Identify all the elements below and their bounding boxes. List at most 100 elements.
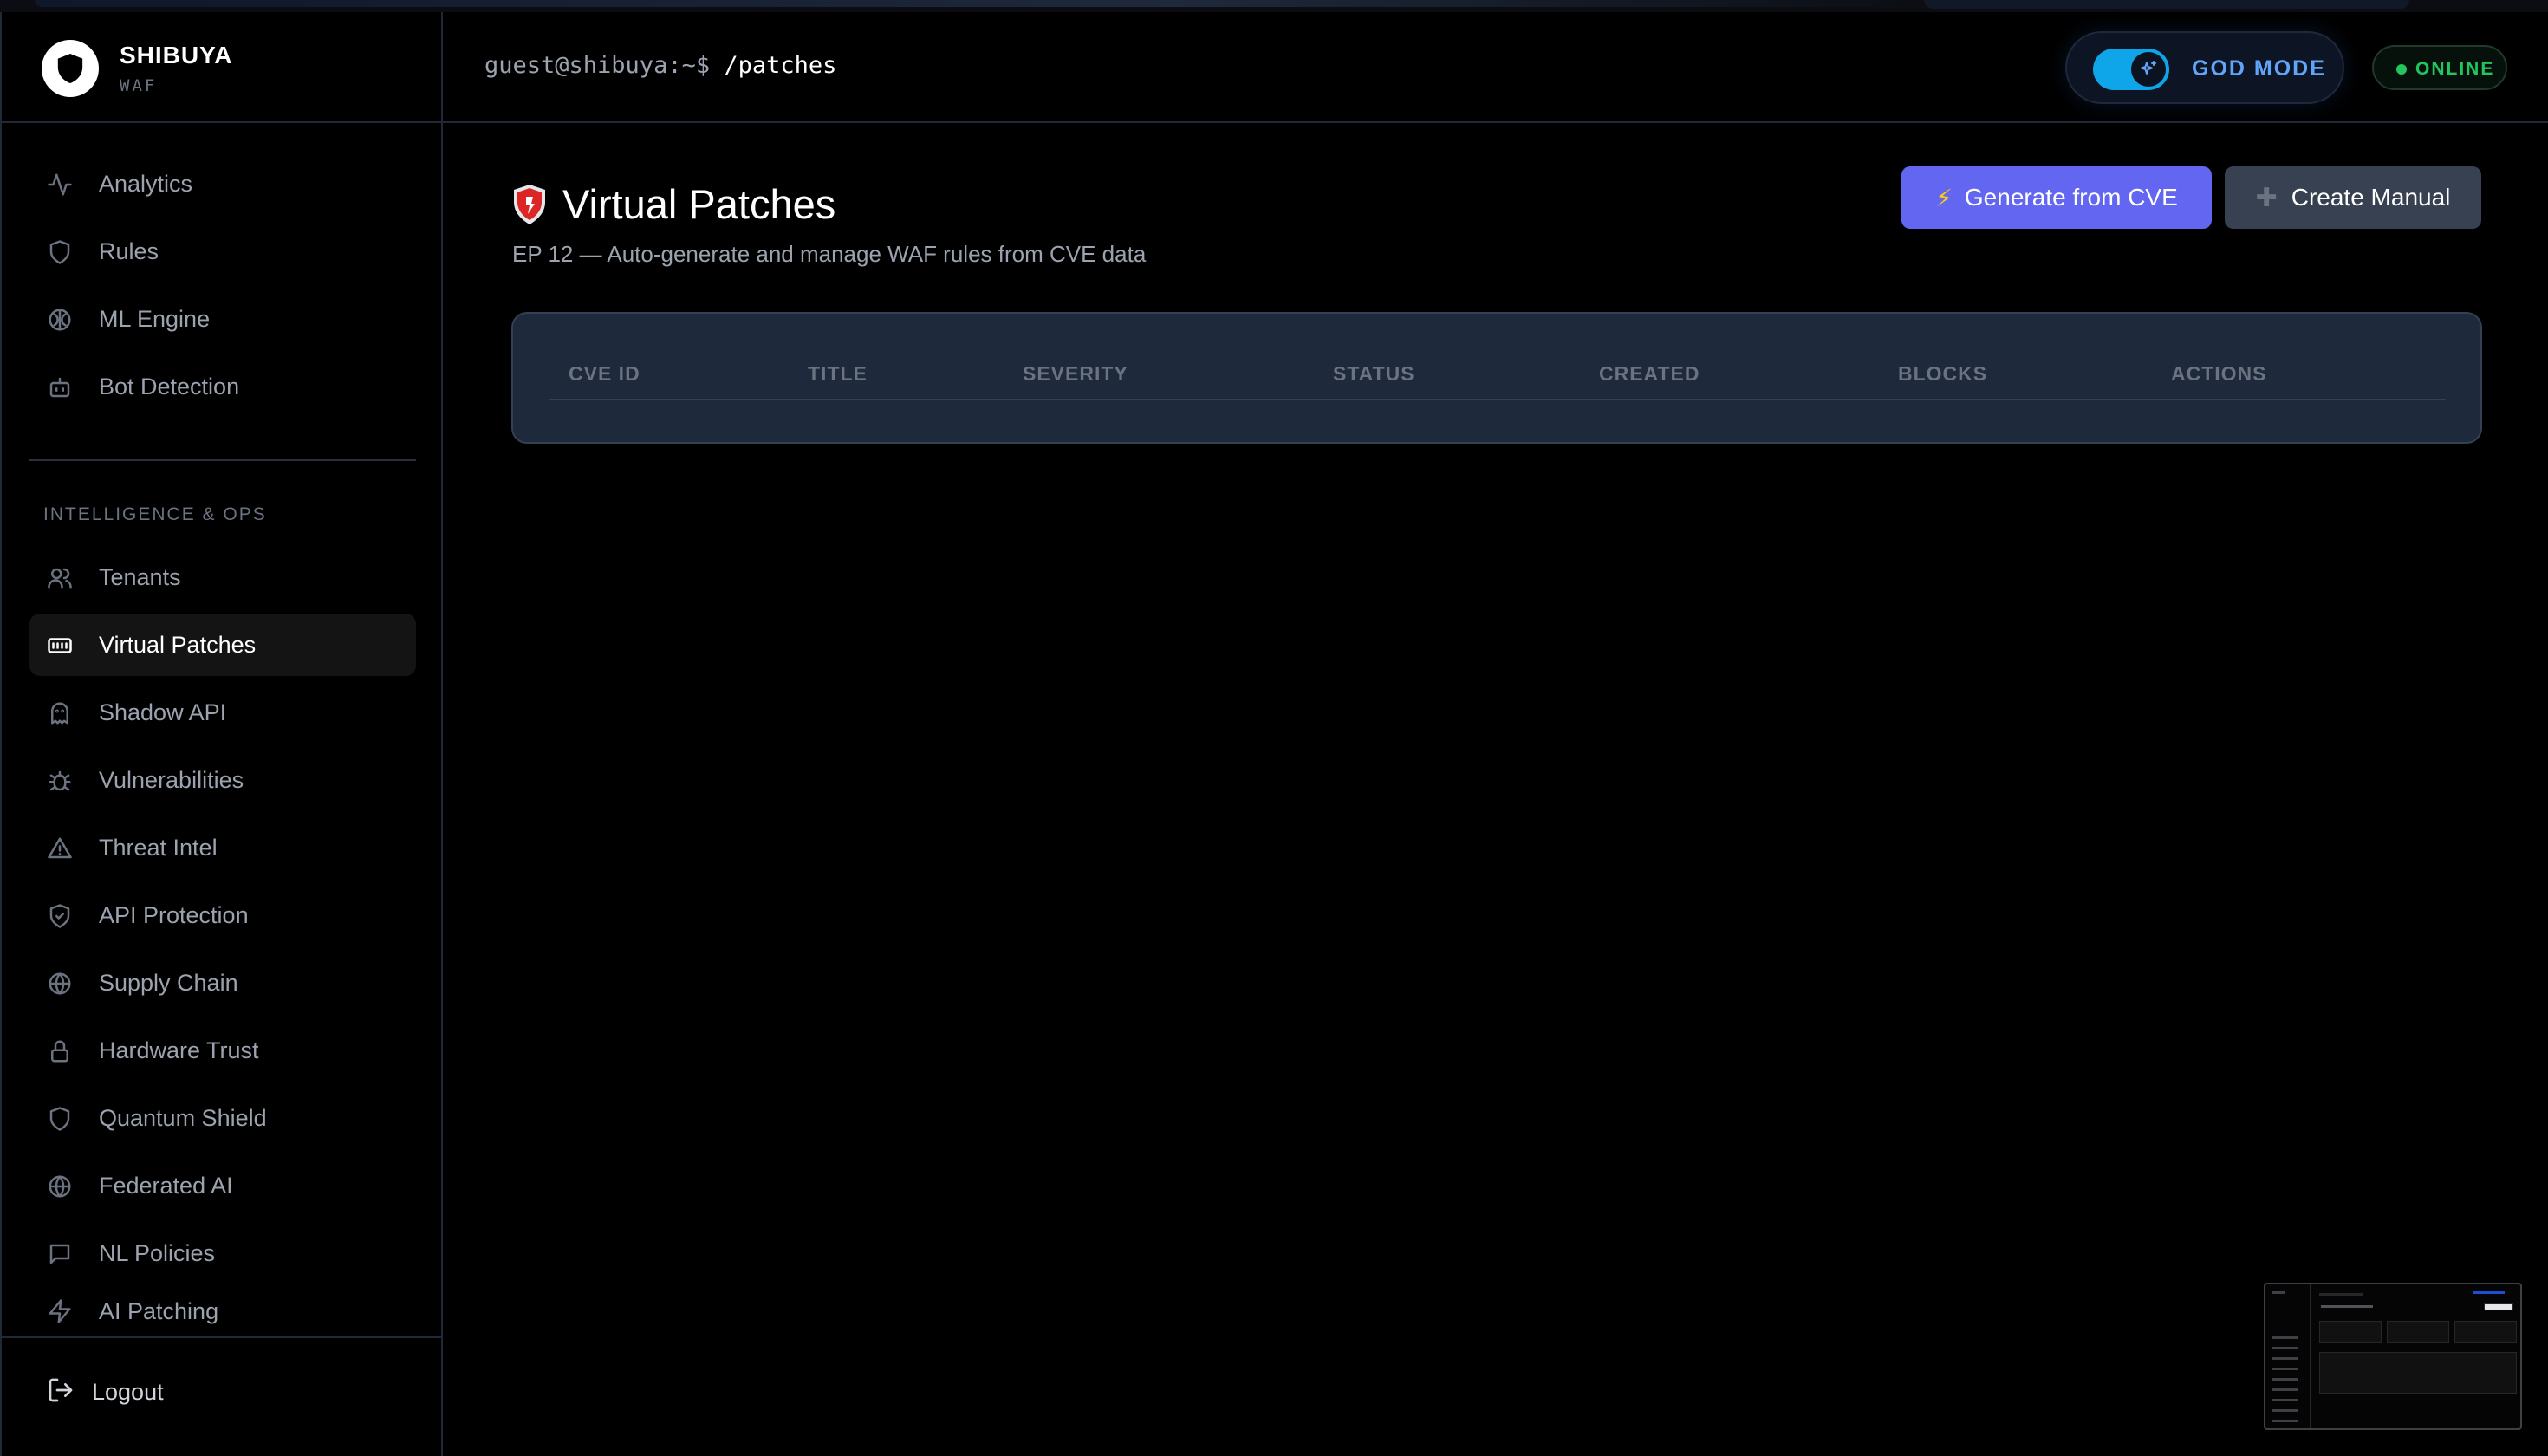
- sidebar-item-label: AI Patching: [99, 1297, 219, 1324]
- bot-icon: [47, 374, 73, 400]
- sidebar-item-label: Rules: [99, 237, 159, 264]
- sidebar-item-api-protection[interactable]: API Protection: [29, 884, 416, 946]
- preview-line: [2272, 1368, 2298, 1370]
- shield-emoji-icon: [512, 183, 547, 226]
- zap-icon: [47, 1298, 73, 1324]
- sidebar-item-label: ML Engine: [99, 305, 211, 332]
- top-pill: [1924, 0, 2409, 9]
- sidebar-item-label: Hardware Trust: [99, 1037, 259, 1063]
- god-mode-toggle[interactable]: GOD MODE: [2065, 31, 2344, 104]
- preview-box: [2387, 1321, 2449, 1343]
- activity-icon: [47, 172, 73, 198]
- status-label: ONLINE: [2415, 59, 2495, 79]
- sidebar-item-label: Threat Intel: [99, 834, 218, 861]
- page-title-text: Virtual Patches: [562, 181, 836, 227]
- preview-line: [2272, 1388, 2298, 1391]
- brand[interactable]: SHIBUYA WAF: [2, 12, 443, 123]
- shield-icon: [47, 1106, 73, 1132]
- alert-triangle-icon: [47, 835, 73, 861]
- top-header: guest@shibuya:~$ /patches GOD MODE ONLIN…: [443, 12, 2548, 123]
- sidebar-item-label: Quantum Shield: [99, 1104, 267, 1131]
- ghost-icon: [47, 700, 73, 726]
- generate-from-cve-button[interactable]: ⚡ Generate from CVE: [1901, 166, 2212, 229]
- terminal-prompt: guest@shibuya:~$ /patches: [484, 52, 836, 79]
- sidebar-item-nl-policies[interactable]: NL Policies: [29, 1222, 416, 1284]
- sidebar-item-ai-patching[interactable]: AI Patching: [29, 1290, 416, 1333]
- sidebar-item-label: Virtual Patches: [99, 631, 257, 658]
- page-preview-thumbnail[interactable]: [2264, 1283, 2522, 1430]
- lightning-icon: ⚡: [1935, 184, 1953, 211]
- column-header-status[interactable]: STATUS: [1333, 362, 1415, 386]
- sidebar-item-virtual-patches[interactable]: Virtual Patches: [29, 614, 416, 676]
- sidebar-item-label: Tenants: [99, 563, 181, 590]
- status-badge: ONLINE: [2372, 45, 2507, 90]
- sidebar-item-supply-chain[interactable]: Supply Chain: [29, 952, 416, 1014]
- patch-icon: [47, 633, 73, 659]
- section-label: INTELLIGENCE & OPS: [43, 504, 267, 524]
- logout-icon: [47, 1376, 75, 1408]
- preview-line: [2319, 1293, 2363, 1296]
- preview-line: [2321, 1305, 2373, 1308]
- sidebar-item-ml-engine[interactable]: ML Engine: [29, 288, 416, 350]
- sidebar-item-label: Federated AI: [99, 1172, 233, 1199]
- preview-line: [2272, 1420, 2298, 1422]
- sidebar-item-hardware-trust[interactable]: Hardware Trust: [29, 1019, 416, 1082]
- column-header-actions[interactable]: ACTIONS: [2171, 362, 2267, 386]
- sidebar-item-rules[interactable]: Rules: [29, 220, 416, 283]
- shield-check-icon: [47, 903, 73, 929]
- sidebar-item-label: Vulnerabilities: [99, 766, 244, 793]
- brain-icon: [47, 307, 73, 333]
- users-icon: [47, 565, 73, 591]
- sidebar-item-label: Analytics: [99, 170, 193, 197]
- column-header-blocks[interactable]: BLOCKS: [1898, 362, 1987, 386]
- page-title: Virtual Patches: [512, 180, 835, 228]
- lock-icon: [47, 1038, 73, 1064]
- top-glow: [35, 0, 1941, 7]
- preview-line: [2272, 1378, 2298, 1381]
- preview-line: [2272, 1336, 2298, 1339]
- logout-section: Logout: [2, 1336, 443, 1456]
- sidebar-item-label: Bot Detection: [99, 373, 240, 400]
- logout-button[interactable]: Logout: [47, 1376, 164, 1408]
- prompt-path: /patches: [724, 52, 837, 79]
- preview-line: [2473, 1291, 2505, 1294]
- toggle-switch[interactable]: [2093, 49, 2169, 90]
- column-header-created[interactable]: CREATED: [1599, 362, 1700, 386]
- preview-box: [2319, 1321, 2382, 1343]
- sidebar-item-label: Supply Chain: [99, 969, 238, 996]
- sidebar-item-quantum-shield[interactable]: Quantum Shield: [29, 1087, 416, 1149]
- message-icon: [47, 1241, 73, 1267]
- prompt-host: guest@shibuya:~$: [484, 52, 711, 79]
- brand-name: SHIBUYA: [120, 42, 233, 68]
- preview-box: [2484, 1303, 2513, 1310]
- sidebar-item-federated-ai[interactable]: Federated AI: [29, 1154, 416, 1217]
- column-header-cve-id[interactable]: CVE ID: [569, 362, 640, 386]
- shield-logo-icon: [42, 40, 99, 97]
- shield-icon: [47, 239, 73, 265]
- generate-button-label: Generate from CVE: [1964, 184, 2178, 211]
- brand-sub: WAF: [120, 76, 158, 95]
- sidebar-item-threat-intel[interactable]: Threat Intel: [29, 816, 416, 879]
- app-root: SHIBUYA WAF Analytics Rules ML Engine Bo…: [0, 12, 2548, 1456]
- sidebar-item-analytics[interactable]: Analytics: [29, 153, 416, 215]
- preview-line: [2272, 1409, 2298, 1412]
- sidebar-item-label: NL Policies: [99, 1239, 216, 1266]
- patches-table: CVE ID TITLE SEVERITY STATUS CREATED BLO…: [511, 312, 2482, 444]
- sidebar-item-vulnerabilities[interactable]: Vulnerabilities: [29, 749, 416, 811]
- main-content: Virtual Patches EP 12 — Auto-generate an…: [443, 125, 2548, 1456]
- god-mode-label: GOD MODE: [2192, 56, 2326, 81]
- create-manual-button[interactable]: ✚ Create Manual: [2225, 166, 2481, 229]
- sidebar-item-label: API Protection: [99, 901, 249, 928]
- sidebar-item-shadow-api[interactable]: Shadow API: [29, 681, 416, 744]
- sidebar: SHIBUYA WAF Analytics Rules ML Engine Bo…: [0, 12, 443, 1456]
- table-header: CVE ID TITLE SEVERITY STATUS CREATED BLO…: [549, 362, 2446, 400]
- preview-line: [2272, 1399, 2298, 1401]
- preview-line: [2272, 1291, 2285, 1294]
- sidebar-item-label: Shadow API: [99, 699, 227, 725]
- column-header-title[interactable]: TITLE: [808, 362, 868, 386]
- plus-icon: ✚: [2255, 183, 2278, 212]
- column-header-severity[interactable]: SEVERITY: [1023, 362, 1128, 386]
- sidebar-item-bot-detection[interactable]: Bot Detection: [29, 355, 416, 418]
- sparkle-icon: [2131, 52, 2166, 87]
- sidebar-item-tenants[interactable]: Tenants: [29, 546, 416, 608]
